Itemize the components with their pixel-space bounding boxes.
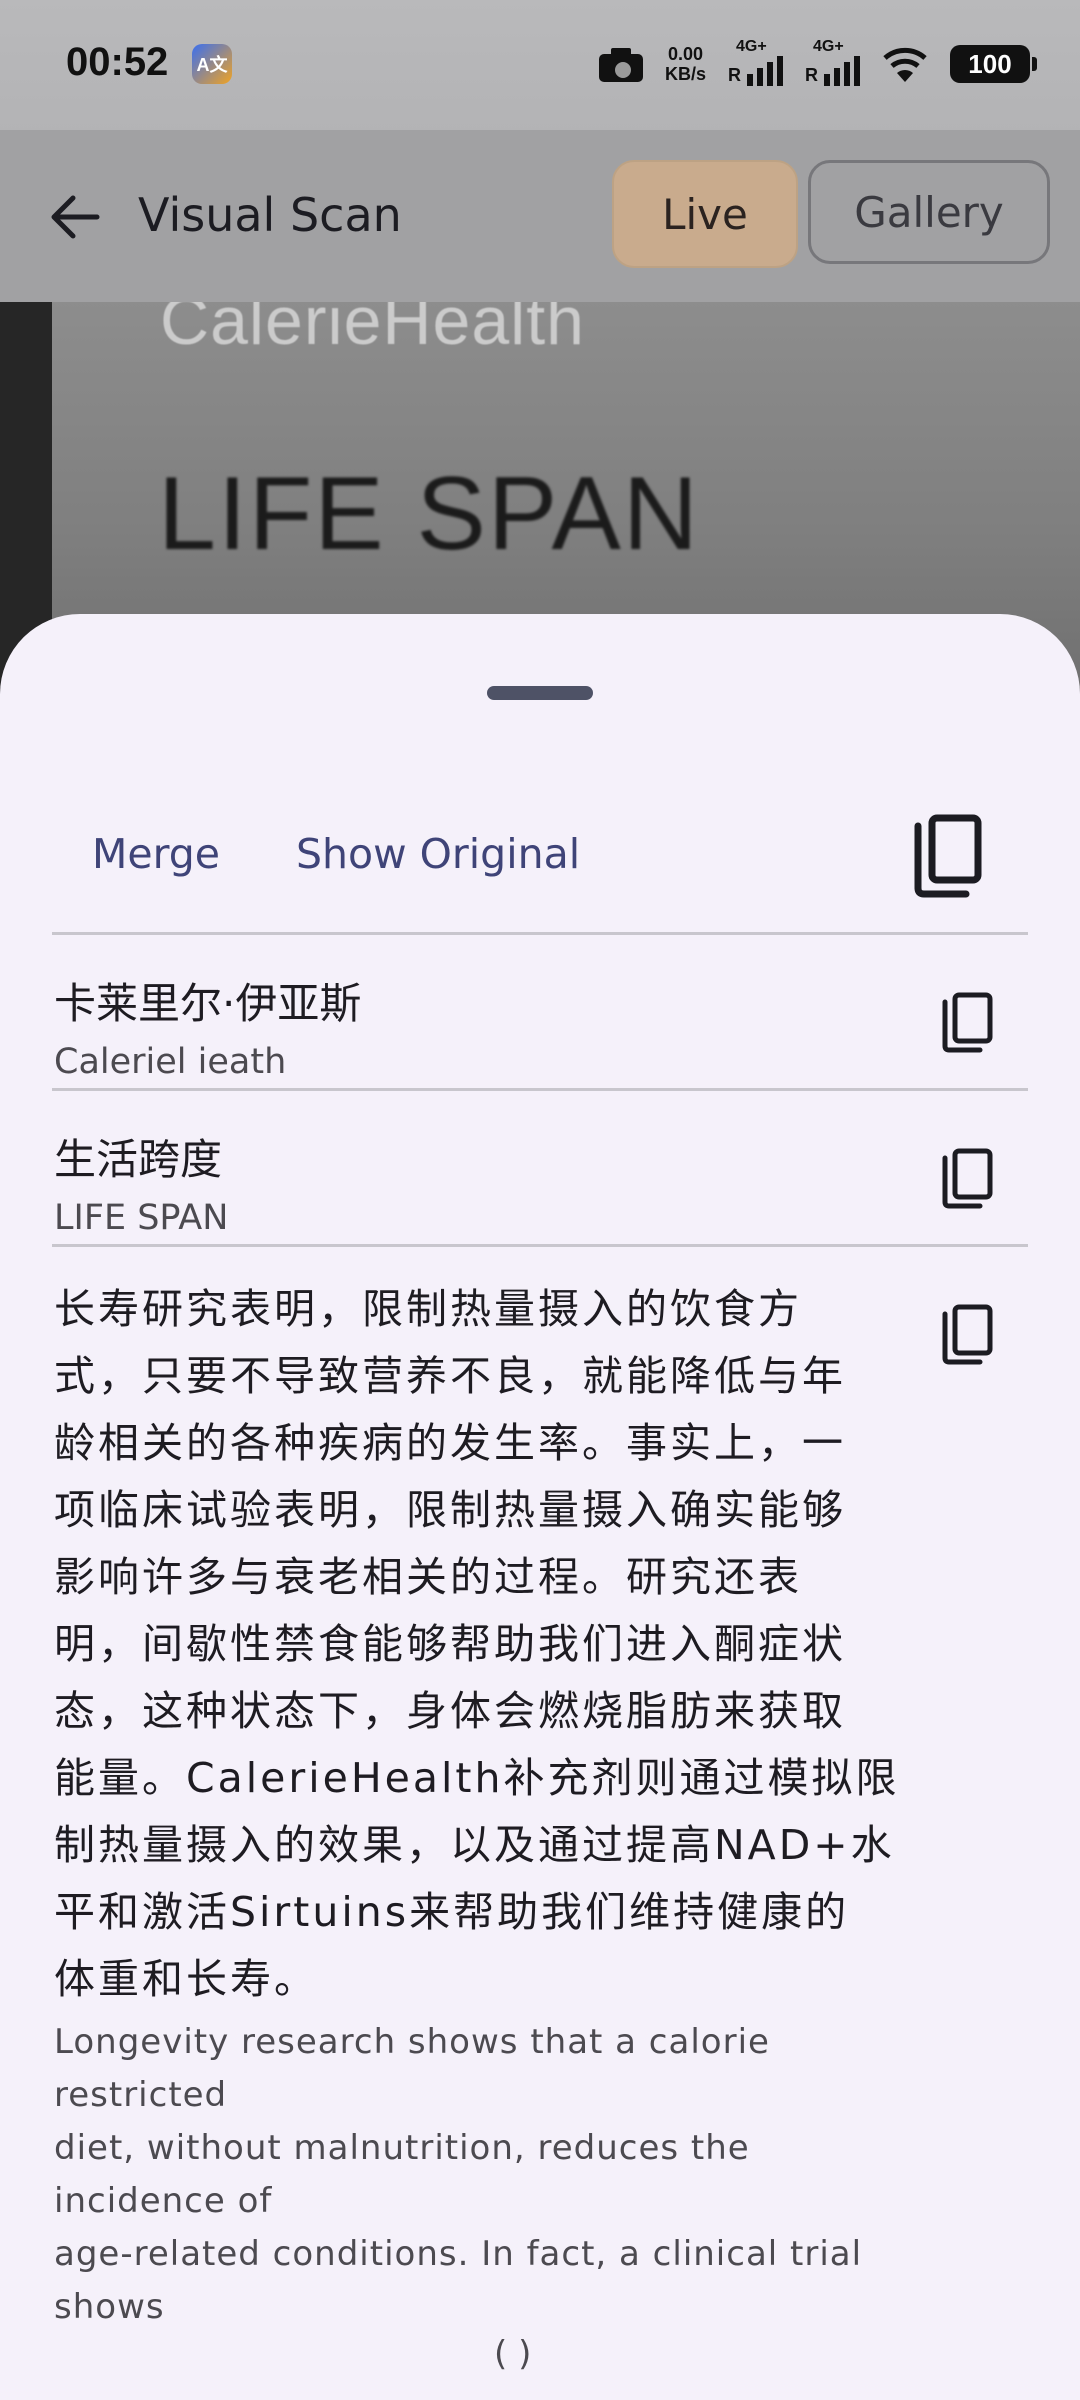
- drag-handle[interactable]: [487, 686, 593, 700]
- sim2-label: 4G+: [813, 38, 844, 55]
- status-bar: 00:52 A文 0.00 KB/s 4G+ R 4G+ R 100: [0, 0, 1080, 130]
- paragraph-original: Longevity research shows that a calorie …: [54, 2022, 863, 2327]
- live-tab-button[interactable]: Live: [612, 160, 798, 268]
- copy-block-button[interactable]: [940, 992, 994, 1054]
- wifi-icon: [883, 47, 927, 82]
- merge-button[interactable]: Merge: [92, 830, 220, 878]
- show-original-button[interactable]: Show Original: [296, 830, 580, 878]
- copy-block-button[interactable]: [940, 1148, 994, 1210]
- battery-icon: 100: [950, 45, 1037, 83]
- copy-paragraph-button[interactable]: [940, 1304, 994, 1366]
- truncated-text: ( ): [494, 2334, 532, 2374]
- copy-icon: [914, 814, 982, 898]
- app-bar: Visual Scan Live Gallery: [0, 130, 1080, 302]
- sim1-roaming: R: [728, 65, 741, 85]
- status-icons: 0.00 KB/s 4G+ R 4G+ R 100: [598, 36, 1037, 92]
- camera-icon: [598, 46, 643, 82]
- block-original: LIFE SPAN: [54, 1198, 229, 1238]
- block-original: Caleriel ieath: [54, 1042, 287, 1082]
- arrow-left-icon: [51, 195, 100, 239]
- block-translation: 生活跨度: [54, 1135, 223, 1184]
- copy-icon: [942, 1148, 993, 1209]
- sim2-roaming: R: [805, 65, 818, 85]
- paragraph-translation: 长寿研究表明，限制热量摄入的饮食方 式，只要不导致营养不良，就能降低与年 龄相关…: [54, 1285, 900, 2003]
- divider: [52, 932, 1028, 935]
- camera-product-text: LIFE SPAN: [158, 456, 701, 572]
- signal-icon: 4G+ R: [805, 38, 860, 86]
- network-speed-value: 0.00: [667, 44, 704, 64]
- back-button[interactable]: [40, 182, 110, 252]
- copy-all-button[interactable]: [912, 814, 984, 898]
- signal-icon: 4G+ R: [728, 38, 783, 86]
- network-speed-unit: KB/s: [664, 64, 706, 84]
- results-bottom-sheet: Merge Show Original 卡莱里尔·伊亚斯 Caleriel ie…: [0, 614, 1080, 2400]
- translate-app-icon: A文: [192, 44, 232, 84]
- block-translation: 卡莱里尔·伊亚斯: [54, 979, 362, 1028]
- divider: [52, 1244, 1028, 1247]
- copy-icon: [942, 1304, 993, 1365]
- gallery-tab-button[interactable]: Gallery: [808, 160, 1050, 264]
- divider: [52, 1088, 1028, 1091]
- status-time: 00:52: [66, 40, 169, 84]
- page-title: Visual Scan: [138, 188, 402, 242]
- sim1-label: 4G+: [736, 38, 767, 55]
- network-speed: 0.00 KB/s: [665, 44, 706, 84]
- copy-icon: [942, 992, 993, 1053]
